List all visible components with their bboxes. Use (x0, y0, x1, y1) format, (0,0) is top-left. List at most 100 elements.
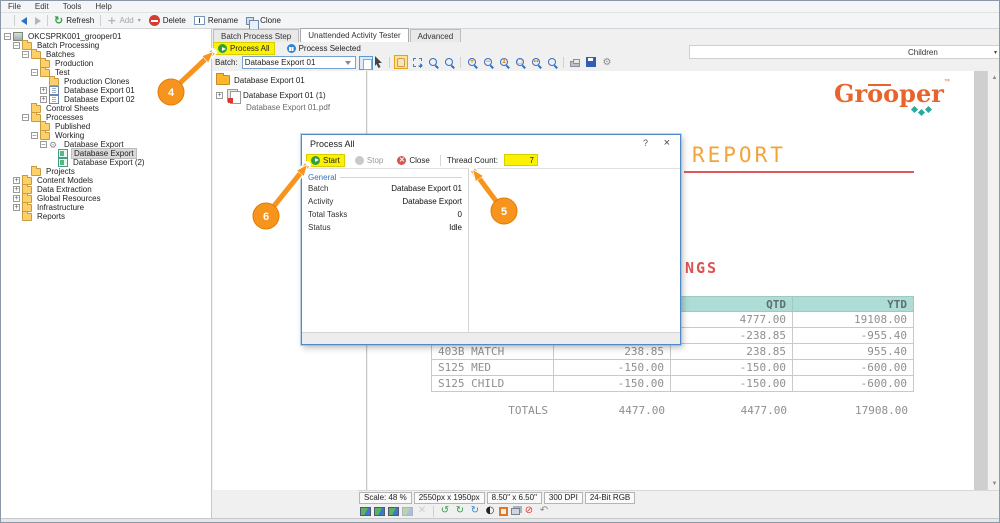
children-panel-header[interactable]: Children ▾ (689, 45, 999, 59)
expander-icon[interactable]: + (216, 91, 223, 99)
rename-button[interactable]: Rename (190, 14, 242, 28)
tree-item-production-clones[interactable]: Production Clones (1, 75, 211, 86)
dialog-help-button[interactable]: ? (643, 138, 648, 148)
tree-item-processes[interactable]: – Processes (1, 111, 211, 122)
process-selected-button[interactable]: Process Selected (283, 43, 365, 54)
thread-count-input[interactable]: 7 (503, 154, 538, 166)
batch-document-row[interactable]: + Database Export 01 (1) (216, 88, 366, 104)
pointer-button[interactable] (371, 55, 385, 69)
expander-icon[interactable]: – (22, 51, 29, 58)
table-cell: -600.00 (793, 360, 914, 376)
undo-icon[interactable]: ↶ (538, 505, 550, 517)
print-button[interactable] (568, 55, 582, 69)
image-zoom-icon[interactable] (388, 506, 399, 516)
save-button[interactable] (584, 55, 598, 69)
image-alt-icon[interactable] (374, 506, 385, 516)
stop-button[interactable]: Stop (351, 155, 387, 166)
tree-item-database-export[interactable]: Database Export (1, 148, 211, 159)
tree-item-content-models[interactable]: + Content Models (1, 174, 211, 185)
dialog-title-bar[interactable]: Process All ? × (302, 135, 680, 152)
tree-item-infrastructure[interactable]: + Infrastructure (1, 201, 211, 212)
close-button[interactable]: ✕ Close (393, 155, 433, 166)
grooper-logo-tm: ™ (943, 79, 950, 85)
logo-diamond (917, 108, 926, 117)
expander-icon[interactable]: – (31, 69, 38, 76)
back-button[interactable] (17, 14, 31, 28)
start-button[interactable]: Start (306, 153, 345, 167)
tree-item-production[interactable]: Production (1, 57, 211, 68)
hand-button[interactable] (394, 55, 408, 69)
tree-item-projects[interactable]: Projects (1, 165, 211, 176)
zoom-select-button[interactable] (426, 55, 440, 69)
zoom-dynamic-button[interactable] (545, 55, 559, 69)
menu-item-file[interactable]: File (1, 1, 28, 12)
zoom-out-button[interactable]: − (481, 55, 495, 69)
clone-button[interactable]: Clone (242, 14, 285, 30)
tree-item-reports[interactable]: Reports (1, 210, 211, 221)
zoom-fit-button[interactable]: ▢ (513, 55, 527, 69)
thread-count-label: Thread Count: (446, 155, 498, 165)
table-header-cell: QTD (671, 296, 793, 312)
scroll-down-icon[interactable]: ▼ (988, 477, 999, 490)
tree-item-database-export-01[interactable]: + Database Export 01 (1, 86, 211, 95)
process-all-button[interactable]: Process All (213, 42, 275, 55)
expander-icon[interactable]: – (40, 141, 47, 148)
tree-item-global-resources[interactable]: + Global Resources (1, 192, 211, 203)
expander-icon[interactable]: + (13, 186, 20, 193)
rotate-cw-icon[interactable]: ↻ (454, 505, 466, 517)
menu-item-tools[interactable]: Tools (56, 1, 89, 12)
layers-icon[interactable] (511, 507, 520, 515)
rename-icon (193, 16, 205, 25)
vertical-scrollbar[interactable]: ▲ ▼ (987, 71, 999, 490)
zoom-in-button[interactable]: + (465, 55, 479, 69)
node-tree-panel[interactable]: – OKCSPRK001_grooper01 – Batch Processing – B… (1, 29, 212, 518)
image-disabled-icon[interactable] (402, 506, 413, 516)
app-window-button[interactable] (4, 14, 12, 28)
tools-button[interactable] (600, 55, 614, 69)
tab-batch-process-step[interactable]: Batch Process Step (213, 29, 300, 42)
zoom-actual-button[interactable]: 1 (497, 55, 511, 69)
batch-dropdown[interactable]: Database Export 01 (241, 56, 356, 69)
expander-icon[interactable]: – (31, 132, 38, 139)
expander-icon[interactable]: – (22, 114, 29, 121)
expander-icon[interactable]: + (13, 177, 20, 184)
action-row: Process All Process Selected (213, 42, 365, 55)
scroll-up-icon[interactable]: ▲ (988, 71, 999, 84)
refresh-button[interactable]: Refresh (50, 14, 98, 28)
crop-icon[interactable] (499, 506, 508, 516)
delete-button[interactable]: Delete (145, 14, 190, 28)
zoom-page-button[interactable] (442, 55, 456, 69)
back-icon (21, 16, 27, 25)
document-title: REPORT (692, 143, 786, 167)
expander-icon[interactable]: – (13, 42, 20, 49)
add-button: Add▾ (103, 14, 144, 28)
blocked-icon[interactable]: ⊘ (523, 505, 535, 517)
marquee-add-button[interactable] (410, 55, 424, 70)
separator (389, 56, 390, 68)
tab-unattended-activity-tester[interactable]: Unattended Activity Tester (300, 28, 409, 42)
tree-item-published[interactable]: Published (1, 120, 211, 131)
expander-icon[interactable]: + (13, 204, 20, 211)
sync-icon[interactable]: ↻ (469, 505, 481, 517)
delete-disabled-icon[interactable]: ✕ (416, 505, 428, 517)
rotate-ccw-icon[interactable]: ↺ (439, 505, 451, 517)
menu-item-help[interactable]: Help (88, 1, 118, 12)
viewer-toolbar: +−1 ▢ ↔ (371, 54, 614, 70)
zoom-width-button[interactable]: ↔ (529, 55, 543, 69)
tree-item-batches[interactable]: – Batches (1, 48, 211, 59)
expander-icon[interactable]: + (40, 87, 47, 94)
tree-item-test[interactable]: – Test (1, 66, 211, 77)
expander-icon[interactable]: – (4, 33, 11, 40)
zoom-actual-icon: 1 (500, 58, 508, 66)
tree-item-data-extraction[interactable]: + Data Extraction (1, 183, 211, 194)
expander-icon[interactable]: + (40, 96, 47, 103)
expander-icon[interactable]: + (13, 195, 20, 202)
tree-item-working[interactable]: – Working (1, 129, 211, 140)
batch-folder-row[interactable]: Database Export 01 (216, 73, 366, 86)
image-icon[interactable] (360, 506, 371, 516)
dialog-close-button[interactable]: × (664, 137, 670, 149)
menu-item-edit[interactable]: Edit (28, 1, 56, 12)
contrast-icon[interactable]: ◐ (484, 505, 496, 517)
tree-item-okcsprk001-grooper01[interactable]: – OKCSPRK001_grooper01 (1, 32, 211, 41)
tab-advanced[interactable]: Advanced (409, 29, 462, 42)
